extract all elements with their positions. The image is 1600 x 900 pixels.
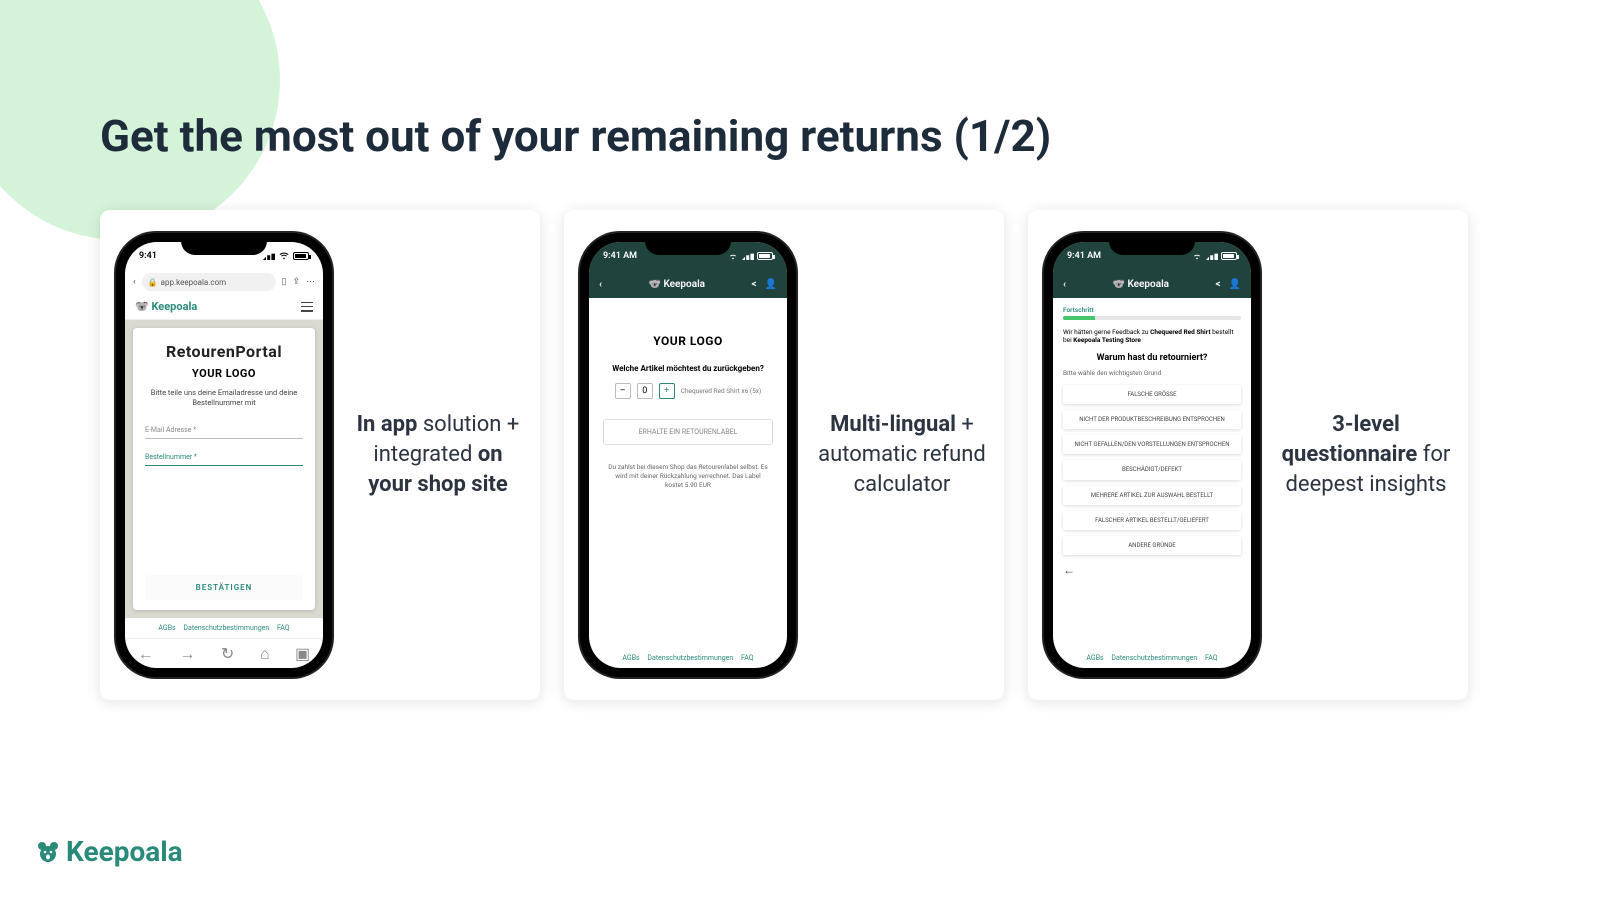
battery-icon [1221,252,1237,260]
app-brand: 🐨 Keepoala [649,279,706,290]
progress-label: Fortschritt [1063,306,1241,314]
panel-2: 9:41 AM ‹ 🐨 Keepoala < 👤 [564,210,1004,700]
nav-reload-icon[interactable]: ↻ [221,644,234,663]
phone-mock-1: 9:41 ‹ 🔒 app.keepoala.com ▯ ⇪ ⋯ [116,233,332,677]
panel-2-caption: Multi-lingual + automatic refund calcula… [816,410,988,499]
footer-brand-text: Keepoala [66,835,183,868]
option-6[interactable]: FALSCHER ARTIKEL BESTELLT/GELIEFERT [1063,511,1241,530]
intro-text: Bitte teile uns deine Emailadresse und d… [145,388,303,408]
wifi-icon [1191,252,1203,261]
progress-bar [1063,316,1241,320]
link-faq[interactable]: FAQ [1205,654,1218,662]
url-text: app.keepoala.com [161,278,226,287]
status-time: 9:41 AM [603,251,637,261]
wifi-icon [727,252,739,261]
option-4[interactable]: BESCHÄDIGT/DEFEKT [1063,460,1241,479]
app-header: ‹ 🐨 Keepoala < 👤 [1053,270,1251,298]
option-2[interactable]: NICHT DER PRODUKTBESCHREIBUNG ENTSPROCHE… [1063,410,1241,429]
share-icon[interactable]: ⇪ [292,277,300,287]
url-box[interactable]: 🔒 app.keepoala.com [142,273,276,291]
wifi-icon [278,252,290,261]
battery-icon [757,252,773,260]
question-heading: Warum hast du retourniert? [1063,353,1241,363]
lock-icon: 🔒 [148,278,158,287]
back-icon[interactable]: ‹ [599,279,602,290]
link-faq[interactable]: FAQ [741,654,754,662]
minus-button[interactable]: – [615,383,631,399]
page-title: Get the most out of your remaining retur… [100,110,1051,162]
phone-mock-2: 9:41 AM ‹ 🐨 Keepoala < 👤 [580,233,796,677]
phone-mock-3: 9:41 AM ‹ 🐨 Keepoala < 👤 [1044,233,1260,677]
plus-button[interactable]: + [659,383,675,399]
nav-back-icon[interactable]: ← [138,644,154,664]
footer-links: AGBs Datenschutzbestimmungen FAQ [125,618,323,638]
card-title: RetourenPortal [166,342,282,361]
back-icon[interactable]: ‹ [133,277,136,287]
panel-1-caption: In app solution + integrated on your sho… [352,410,524,499]
option-3[interactable]: NICHT GEFALLEN/DEN VORSTELLUNGEN ENTSPRO… [1063,435,1241,454]
footer-links: AGBs Datenschutzbestimmungen FAQ [589,648,787,668]
back-icon[interactable]: ‹ [1063,279,1066,290]
app-brand: 🐨 Keepoala [135,300,197,313]
link-agb[interactable]: AGBs [158,624,175,632]
qty-value: 0 [637,383,653,399]
share-icon[interactable]: < [1215,279,1220,290]
question-text: Welche Artikel möchtest du zurückgeben? [612,364,764,373]
browser-bottom-nav: ← → ↻ ⌂ ▣ [125,638,323,668]
link-faq[interactable]: FAQ [277,624,290,632]
app-brand: 🐨 Keepoala [1113,279,1170,290]
share-icon[interactable]: < [751,279,756,290]
feedback-context: Wir hätten gerne Feedback zu Chequered R… [1063,328,1241,345]
footer-links: AGBs Datenschutzbestimmungen FAQ [1053,648,1251,668]
battery-icon [293,252,309,260]
menu-icon[interactable] [301,302,313,312]
link-agb[interactable]: AGBs [1086,654,1103,662]
status-time: 9:41 AM [1067,251,1101,261]
book-icon[interactable]: ▯ [282,277,287,287]
order-field[interactable]: Bestellnummer * [145,447,303,466]
refund-note: Du zahlst bei diesem Shop das Retourenla… [603,463,773,489]
questionnaire: Fortschritt Wir hätten gerne Feedback zu… [1053,298,1251,648]
more-icon[interactable]: ⋯ [306,277,315,287]
link-privacy[interactable]: Datenschutzbestimmungen [1111,654,1197,662]
link-privacy[interactable]: Datenschutzbestimmungen [183,624,269,632]
browser-bar: ‹ 🔒 app.keepoala.com ▯ ⇪ ⋯ [125,270,323,294]
signal-icon [742,252,754,260]
app-header: ‹ 🐨 Keepoala < 👤 [589,270,787,298]
hero-area: RetourenPortal YOUR LOGO Bitte teile uns… [125,320,323,618]
logo-placeholder: YOUR LOGO [653,334,722,348]
option-7[interactable]: ANDERE GRÜNDE [1063,536,1241,555]
item-name: Chequered Red Shirt x6 (5x) [681,387,762,395]
profile-icon[interactable]: 👤 [765,279,777,290]
back-arrow[interactable]: ← [1063,563,1241,577]
return-selector: YOUR LOGO Welche Artikel möchtest du zur… [589,298,787,648]
panel-3: 9:41 AM ‹ 🐨 Keepoala < 👤 [1028,210,1468,700]
koala-icon [36,840,60,864]
footer-brand: Keepoala [36,835,183,868]
login-card: RetourenPortal YOUR LOGO Bitte teile uns… [133,328,315,610]
email-field[interactable]: E-Mail Adresse * [145,420,303,439]
confirm-button[interactable]: BESTÄTIGEN [145,575,303,600]
nav-fwd-icon[interactable]: → [179,644,195,664]
option-1[interactable]: FALSCHE GRÖSSE [1063,385,1241,404]
get-label-button[interactable]: ERHALTE EIN RETOURENLABEL [603,419,773,445]
logo-placeholder: YOUR LOGO [192,367,256,380]
question-subtitle: Bitte wähle den wichtigsten Grund [1063,369,1241,377]
panel-3-caption: 3-level questionnaire for deepest insigh… [1280,410,1452,499]
panels-row: 9:41 ‹ 🔒 app.keepoala.com ▯ ⇪ ⋯ [100,210,1468,700]
signal-icon [263,252,275,260]
link-privacy[interactable]: Datenschutzbestimmungen [647,654,733,662]
app-header: 🐨 Keepoala [125,294,323,320]
signal-icon [1206,252,1218,260]
link-agb[interactable]: AGBs [622,654,639,662]
status-time: 9:41 [139,251,157,261]
option-5[interactable]: MEHRERE ARTIKEL ZUR AUSWAHL BESTELLT [1063,486,1241,505]
profile-icon[interactable]: 👤 [1229,279,1241,290]
nav-home-icon[interactable]: ⌂ [260,644,270,664]
qty-stepper: – 0 + Chequered Red Shirt x6 (5x) [615,383,762,399]
nav-tabs-icon[interactable]: ▣ [295,644,310,663]
panel-1: 9:41 ‹ 🔒 app.keepoala.com ▯ ⇪ ⋯ [100,210,540,700]
